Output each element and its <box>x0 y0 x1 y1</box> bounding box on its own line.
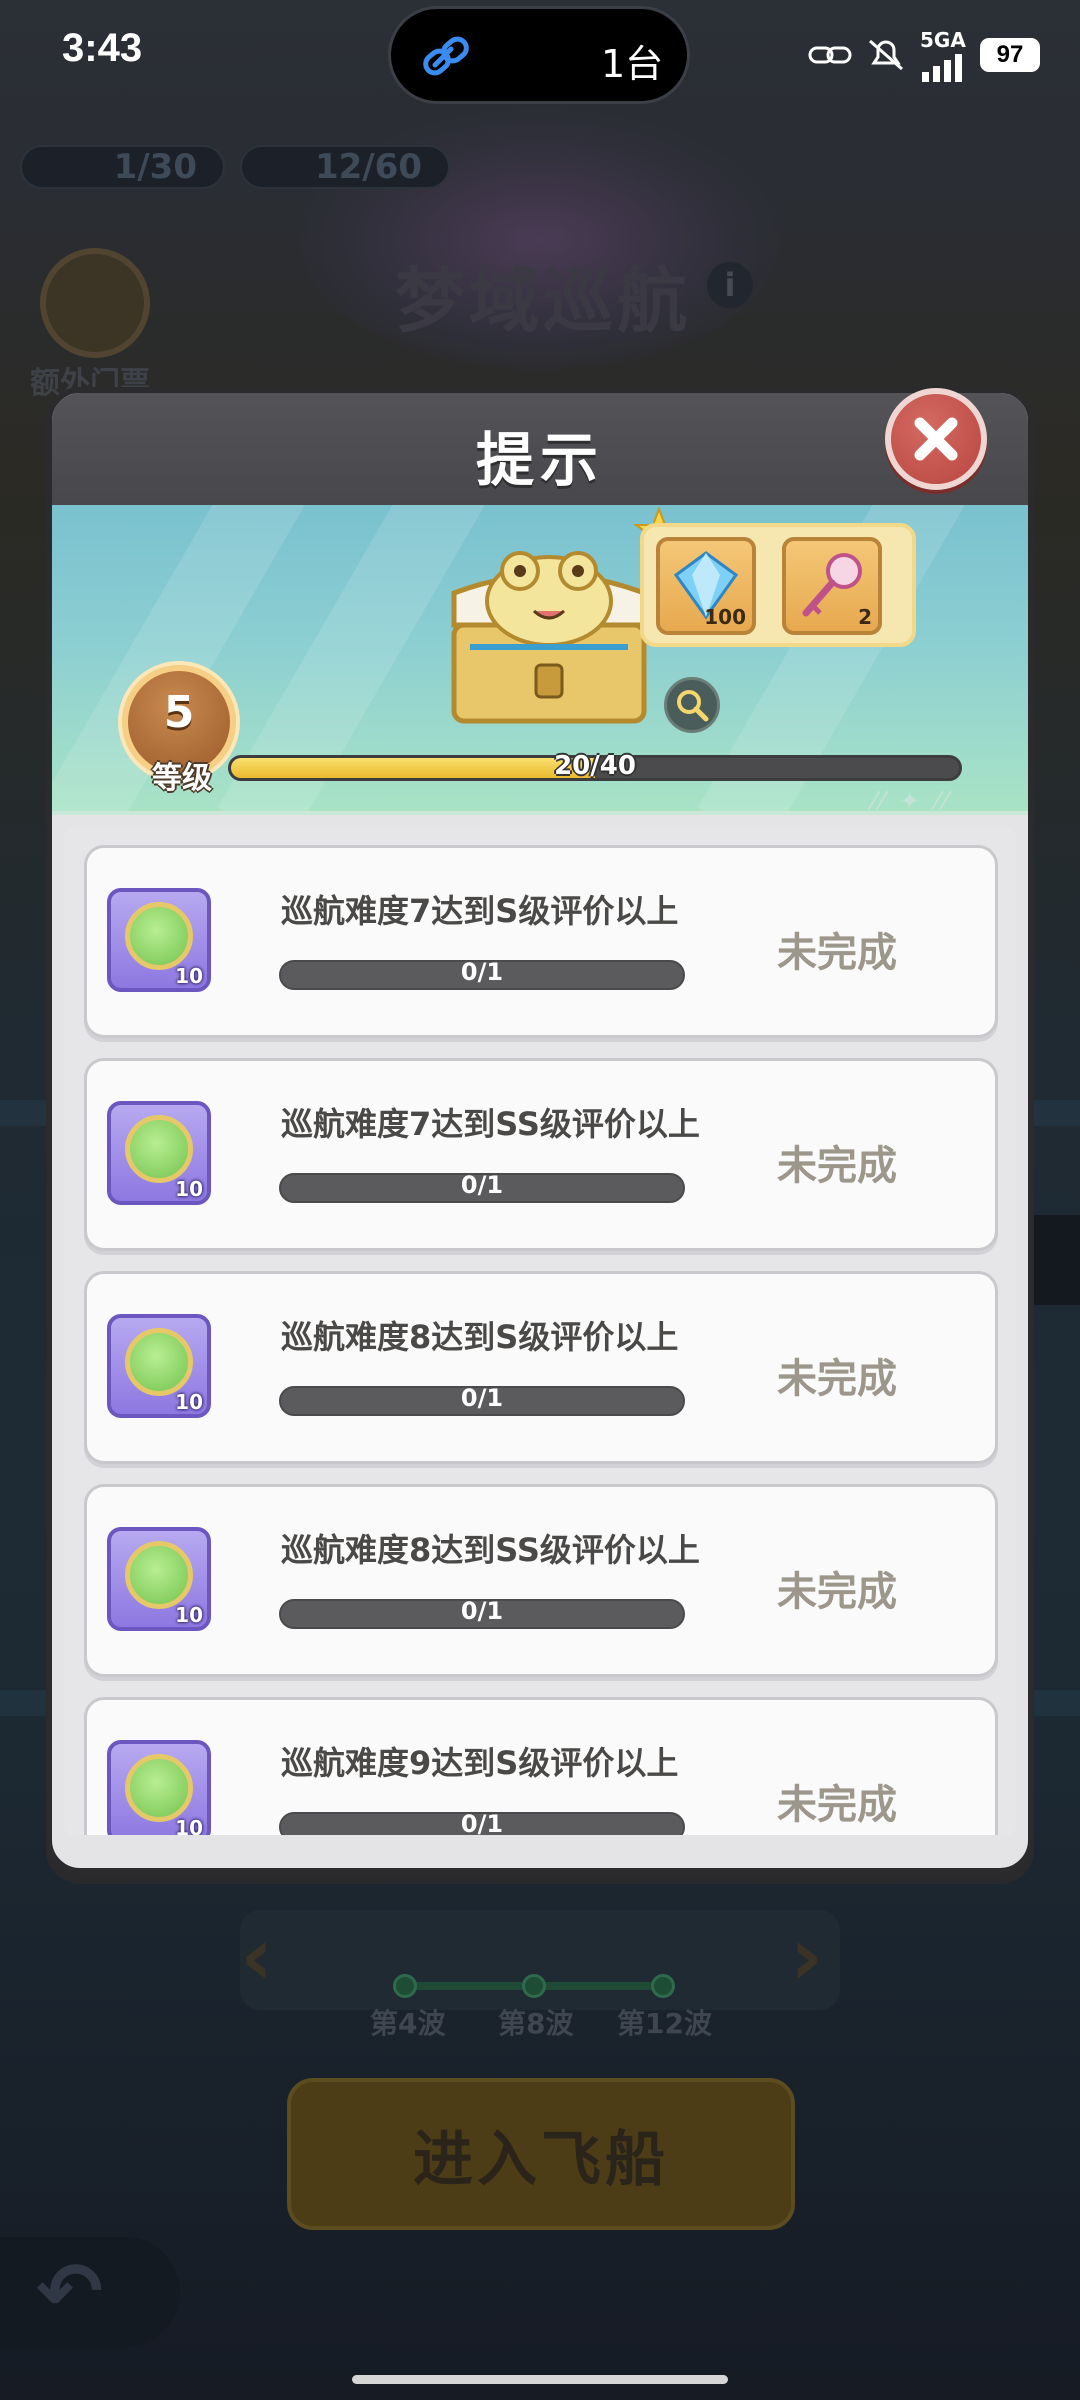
task-description: 巡航难度9达到S级评价以上 <box>281 1744 679 1782</box>
wave-dot <box>393 1974 417 1998</box>
side-tab <box>1028 1215 1080 1305</box>
energy-count: 12/60 <box>314 147 422 187</box>
reward-coin-icon: 10 <box>107 888 211 992</box>
reward-item[interactable]: 2 <box>782 537 882 635</box>
task-row[interactable]: 10 巡航难度7达到S级评价以上 0/1 未完成 <box>84 845 998 1038</box>
task-status: 未完成 <box>777 1569 897 1615</box>
reward-coin-icon: 10 <box>107 1314 211 1418</box>
task-reward-count: 10 <box>175 1816 203 1835</box>
banner-decoration: ⁄⁄ ✦ ⁄⁄ <box>872 787 952 815</box>
status-bar: 3:43 1台 5GA 97 <box>0 0 1080 110</box>
back-arrow-icon[interactable]: ↶ <box>0 2237 180 2347</box>
task-status: 未完成 <box>777 1143 897 1189</box>
task-row[interactable]: 10 巡航难度9达到S级评价以上 0/1 未完成 <box>84 1697 998 1835</box>
enter-ship-button[interactable]: 进入飞船 <box>287 2078 795 2230</box>
coin-icon <box>125 1541 193 1609</box>
close-icon <box>914 417 958 461</box>
island-label: 1台 <box>601 42 664 86</box>
task-row[interactable]: 10 巡航难度8达到S级评价以上 0/1 未完成 <box>84 1271 998 1464</box>
task-row[interactable]: 10 巡航难度7达到SS级评价以上 0/1 未完成 <box>84 1058 998 1251</box>
close-button[interactable] <box>885 388 987 490</box>
next-arrow-icon[interactable]: › <box>790 1910 823 2003</box>
coin-icon <box>125 1115 193 1183</box>
wave-label-4: 第4波 <box>370 2007 446 2040</box>
ticket-count: 1/30 <box>113 147 197 187</box>
task-progress-text: 0/1 <box>460 958 504 986</box>
level-number: 5 <box>163 687 195 738</box>
magnify-icon[interactable] <box>664 677 720 733</box>
reward-coin-icon: 10 <box>107 1101 211 1205</box>
task-reward-count: 10 <box>175 964 203 988</box>
link-icon <box>423 36 469 76</box>
extra-ticket-icon <box>40 248 150 358</box>
task-row[interactable]: 10 巡航难度8达到SS级评价以上 0/1 未完成 <box>84 1484 998 1677</box>
task-reward-count: 10 <box>175 1177 203 1201</box>
wave-dot <box>651 1974 675 1998</box>
reward-count: 100 <box>704 605 746 629</box>
modal-header: 提示 <box>52 393 1028 505</box>
level-banner: 100 2 20/40 5 等级 ⁄⁄ ✦ ⁄⁄ <box>52 505 1028 815</box>
signal-icon: 5GA <box>920 28 966 82</box>
task-status: 未完成 <box>777 930 897 976</box>
status-time: 3:43 <box>62 26 143 70</box>
task-description: 巡航难度8达到S级评价以上 <box>281 1318 679 1356</box>
energy-counter: 12/60 <box>240 145 450 189</box>
task-reward-count: 10 <box>175 1390 203 1414</box>
task-list[interactable]: 10 巡航难度7达到S级评价以上 0/1 未完成 10 巡航难度7达到SS级评价以上 0/1… <box>64 827 1016 1835</box>
coin-icon <box>125 1328 193 1396</box>
hint-modal: 提示 100 2 20/40 5 等级 ⁄⁄ ✦ ⁄⁄ 10 巡航难度7达到S级… <box>46 387 1034 1874</box>
task-status: 未完成 <box>777 1356 897 1402</box>
network-label: 5GA <box>920 28 966 52</box>
task-description: 巡航难度7达到SS级评价以上 <box>281 1105 700 1143</box>
status-icons: 5GA 97 <box>808 28 1040 82</box>
wave-label-12: 第12波 <box>617 2007 712 2040</box>
mute-bell-icon <box>869 39 903 71</box>
task-description: 巡航难度8达到SS级评价以上 <box>281 1531 700 1569</box>
signal-bars-icon <box>922 54 962 82</box>
level-label: 等级 <box>152 761 212 796</box>
dynamic-island[interactable]: 1台 <box>388 6 690 104</box>
task-reward-count: 10 <box>175 1603 203 1627</box>
reward-item[interactable]: 100 <box>656 537 756 635</box>
ticket-counter: 1/30 <box>20 145 225 189</box>
reward-coin-icon: 10 <box>107 1740 211 1835</box>
task-status: 未完成 <box>777 1782 897 1828</box>
info-icon[interactable]: i <box>707 262 753 308</box>
level-progress-text: 20/40 <box>554 751 636 781</box>
link-icon <box>808 46 852 64</box>
wave-dot <box>522 1974 546 1998</box>
prev-arrow-icon[interactable]: ‹ <box>240 1910 273 2003</box>
treasure-chest-icon[interactable] <box>440 537 658 727</box>
task-progress-text: 0/1 <box>460 1171 504 1199</box>
modal-title: 提示 <box>475 426 604 494</box>
task-progress-text: 0/1 <box>460 1597 504 1625</box>
task-progress-text: 0/1 <box>460 1384 504 1412</box>
wave-label-8: 第8波 <box>498 2007 574 2040</box>
task-progress-text: 0/1 <box>460 1810 504 1835</box>
task-description: 巡航难度7达到S级评价以上 <box>281 892 679 930</box>
coin-icon <box>125 1754 193 1822</box>
reward-coin-icon: 10 <box>107 1527 211 1631</box>
reward-preview: 100 2 <box>640 523 916 647</box>
coin-icon <box>125 902 193 970</box>
reward-count: 2 <box>858 605 872 629</box>
home-indicator[interactable] <box>352 2375 728 2384</box>
battery-icon: 97 <box>980 38 1040 72</box>
mode-title: 梦域巡航 <box>395 260 691 342</box>
